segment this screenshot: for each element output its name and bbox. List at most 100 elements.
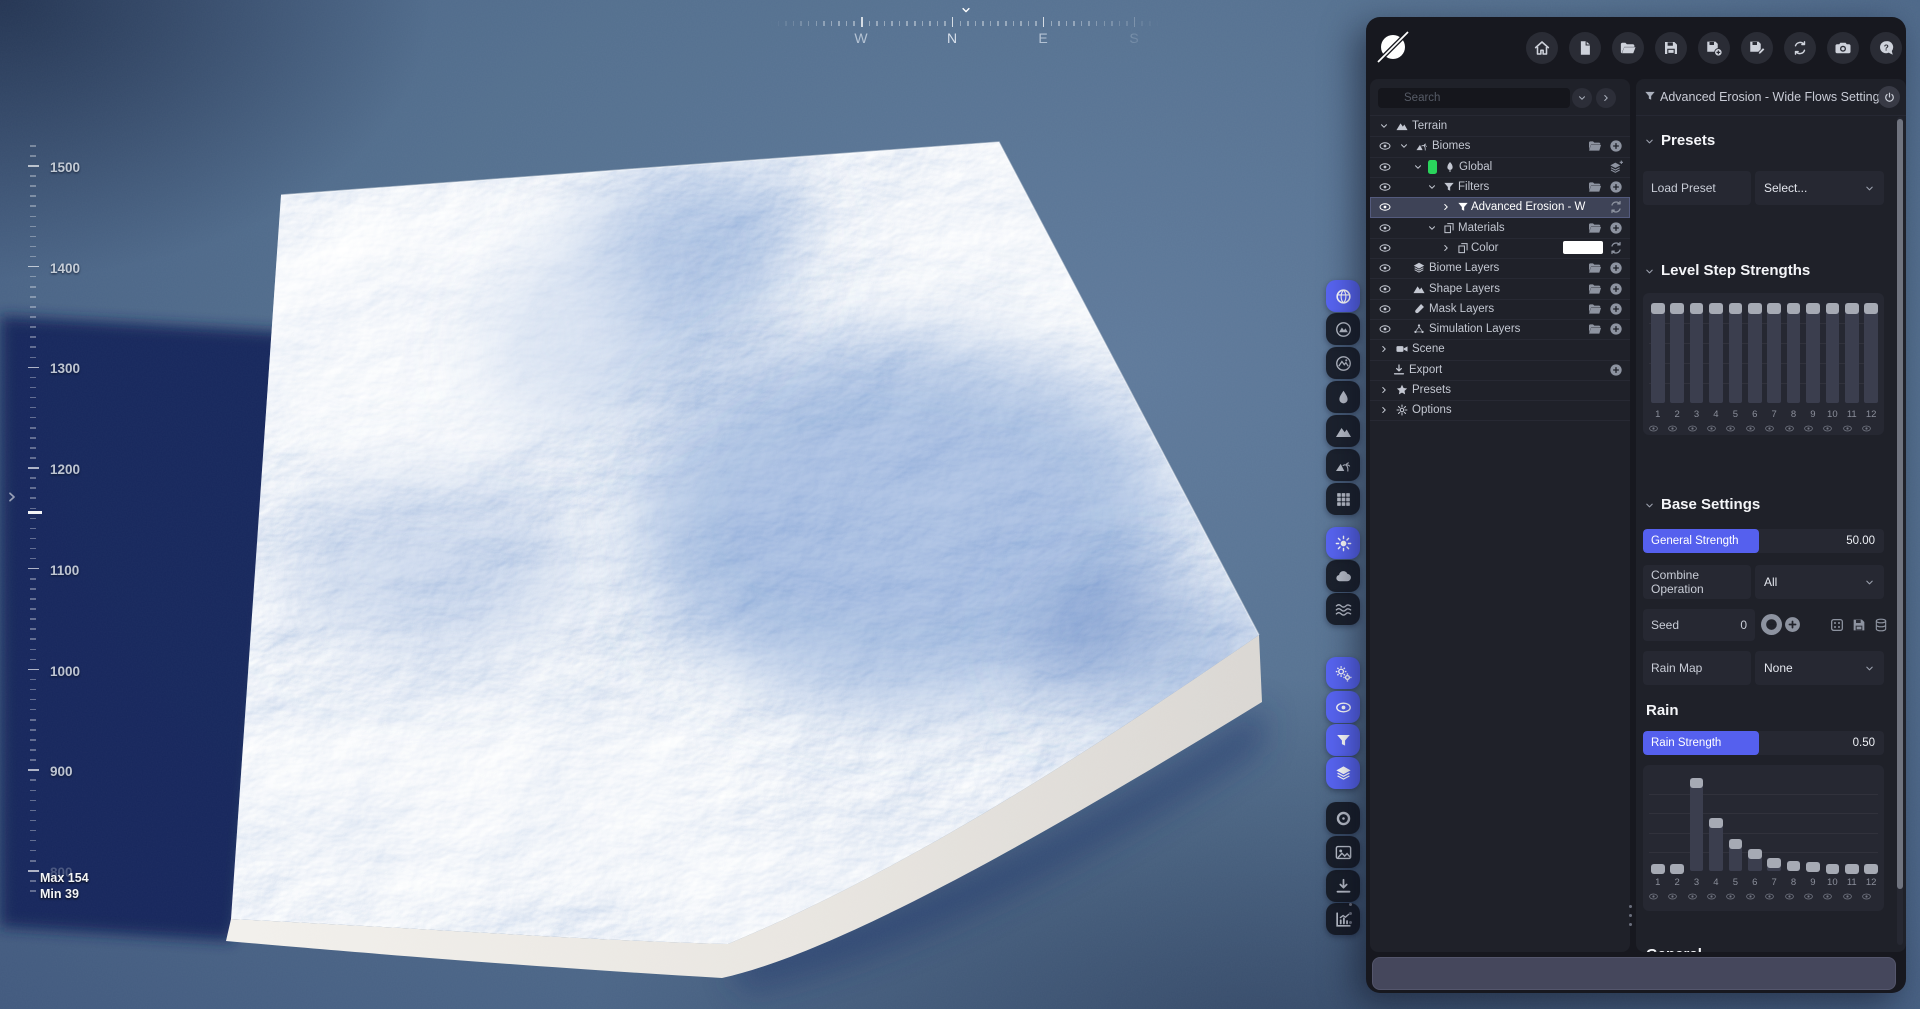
tree-row-export[interactable]: Export	[1370, 360, 1630, 381]
settings-power-button[interactable]	[1878, 86, 1900, 108]
step-slider-11[interactable]	[1845, 303, 1859, 403]
water-waves-toggle[interactable]	[1326, 593, 1360, 625]
step-slider-4[interactable]	[1709, 775, 1723, 871]
tree-row-shape-layers[interactable]: Shape Layers	[1370, 278, 1630, 300]
search-input[interactable]	[1378, 88, 1570, 108]
step-eye-icon[interactable]	[1667, 891, 1687, 902]
tree-row-options[interactable]: Options	[1370, 400, 1630, 422]
tree-expander[interactable]	[1398, 140, 1410, 152]
wireframe-terrain-view[interactable]	[1326, 347, 1360, 379]
step-slider-3[interactable]	[1689, 775, 1704, 871]
randomize-seed-icon[interactable]	[1829, 617, 1845, 633]
visibility-eye-icon[interactable]	[1378, 139, 1392, 153]
folder-button[interactable]	[1587, 138, 1603, 154]
screenshot-button[interactable]	[1827, 32, 1859, 64]
plus-button[interactable]	[1608, 220, 1624, 236]
save-edit-button[interactable]	[1741, 32, 1773, 64]
visibility-eye-icon[interactable]	[1378, 221, 1392, 235]
tree-expander[interactable]	[1378, 404, 1390, 416]
new-file-button[interactable]	[1569, 32, 1601, 64]
step-slider-12[interactable]	[1864, 303, 1878, 403]
folder-button[interactable]	[1587, 281, 1603, 297]
step-slider-10[interactable]	[1825, 775, 1840, 874]
plus-button[interactable]	[1608, 179, 1624, 195]
visibility-eye-icon[interactable]	[1378, 241, 1392, 255]
step-slider-9[interactable]	[1806, 775, 1820, 873]
plus-button[interactable]	[1608, 260, 1624, 276]
step-eye-icon[interactable]	[1667, 423, 1687, 434]
general-strength-slider[interactable]: General Strength 50.00	[1643, 529, 1884, 553]
layers-toggle[interactable]	[1326, 757, 1360, 789]
plus-button[interactable]	[1608, 281, 1624, 297]
biome-view[interactable]	[1326, 449, 1360, 481]
tree-row-global[interactable]: Global	[1370, 157, 1630, 178]
tree-expander[interactable]	[1440, 242, 1452, 254]
tree-row-simulation-layers[interactable]: Simulation Layers	[1370, 319, 1630, 341]
step-eye-icon[interactable]	[1842, 891, 1862, 902]
clouds-toggle[interactable]	[1326, 560, 1360, 592]
mountain-view[interactable]	[1326, 415, 1360, 447]
visibility-eye-icon[interactable]	[1378, 200, 1392, 214]
step-eye-icon[interactable]	[1842, 423, 1862, 434]
tree-row-presets[interactable]: Presets	[1370, 380, 1630, 402]
step-slider-3[interactable]	[1689, 303, 1704, 403]
water-view[interactable]	[1326, 381, 1360, 413]
save-button[interactable]	[1655, 32, 1687, 64]
step-eye-icon[interactable]	[1706, 423, 1726, 434]
combine-operation-select[interactable]: All	[1755, 565, 1884, 599]
step-eye-icon[interactable]	[1861, 423, 1881, 434]
section-base-settings[interactable]: Base Settings	[1636, 495, 1906, 517]
splitter-handle[interactable]	[1629, 905, 1633, 926]
section-level-step[interactable]: Level Step Strengths	[1636, 261, 1906, 283]
tree-expander[interactable]	[1440, 201, 1452, 213]
step-slider-7[interactable]	[1767, 775, 1781, 871]
tree-expander[interactable]	[1378, 343, 1390, 355]
step-eye-icon[interactable]	[1822, 891, 1842, 902]
tree-row-filters[interactable]: Filters	[1370, 177, 1630, 199]
save-seed-icon[interactable]	[1851, 617, 1867, 633]
visibility-eye-icon[interactable]	[1378, 160, 1392, 174]
step-eye-icon[interactable]	[1745, 891, 1765, 902]
folder-button[interactable]	[1587, 260, 1603, 276]
tree-row-terrain[interactable]: Terrain	[1370, 116, 1630, 138]
visibility-eye-icon[interactable]	[1378, 302, 1392, 316]
step-eye-icon[interactable]	[1706, 891, 1726, 902]
visibility-toggle[interactable]	[1326, 691, 1360, 723]
grid-view[interactable]	[1326, 483, 1360, 515]
step-slider-1[interactable]	[1651, 303, 1665, 403]
folder-button[interactable]	[1587, 220, 1603, 236]
step-slider-2[interactable]	[1670, 303, 1684, 403]
orbit-view[interactable]	[1326, 280, 1360, 312]
tree-expander[interactable]	[1412, 161, 1424, 173]
folder-button[interactable]	[1587, 301, 1603, 317]
step-eye-icon[interactable]	[1861, 891, 1881, 902]
step-slider-10[interactable]	[1825, 303, 1840, 403]
step-slider-5[interactable]	[1728, 775, 1743, 871]
tree-expander[interactable]	[1426, 222, 1438, 234]
expand-all-button[interactable]	[1596, 88, 1616, 108]
settings-scrollbar[interactable]	[1897, 117, 1903, 945]
layers-plus-button[interactable]	[1608, 159, 1624, 175]
step-eye-icon[interactable]	[1784, 423, 1804, 434]
step-eye-icon[interactable]	[1648, 891, 1668, 902]
step-eye-icon[interactable]	[1784, 891, 1804, 902]
tree-expander[interactable]	[1426, 181, 1438, 193]
collapse-all-button[interactable]	[1572, 88, 1592, 108]
visibility-eye-icon[interactable]	[1378, 261, 1392, 275]
panel-resize-handle[interactable]	[1349, 903, 1353, 924]
tree-expander[interactable]	[1378, 384, 1390, 396]
open-project-button[interactable]	[1612, 32, 1644, 64]
step-eye-icon[interactable]	[1803, 423, 1823, 434]
tree-row-advanced-erosion-w[interactable]: Advanced Erosion - W	[1370, 197, 1630, 219]
sync-button[interactable]	[1608, 240, 1624, 256]
seed-decrement-button[interactable]	[1761, 614, 1782, 635]
help-button[interactable]	[1870, 32, 1902, 64]
step-eye-icon[interactable]	[1687, 423, 1707, 434]
filters-toggle[interactable]	[1326, 724, 1360, 756]
step-eye-icon[interactable]	[1745, 423, 1765, 434]
folder-button[interactable]	[1587, 321, 1603, 337]
seed-field[interactable]: Seed 0	[1643, 609, 1755, 641]
step-eye-icon[interactable]	[1687, 891, 1707, 902]
step-slider-8[interactable]	[1786, 303, 1801, 403]
step-slider-12[interactable]	[1864, 775, 1878, 874]
